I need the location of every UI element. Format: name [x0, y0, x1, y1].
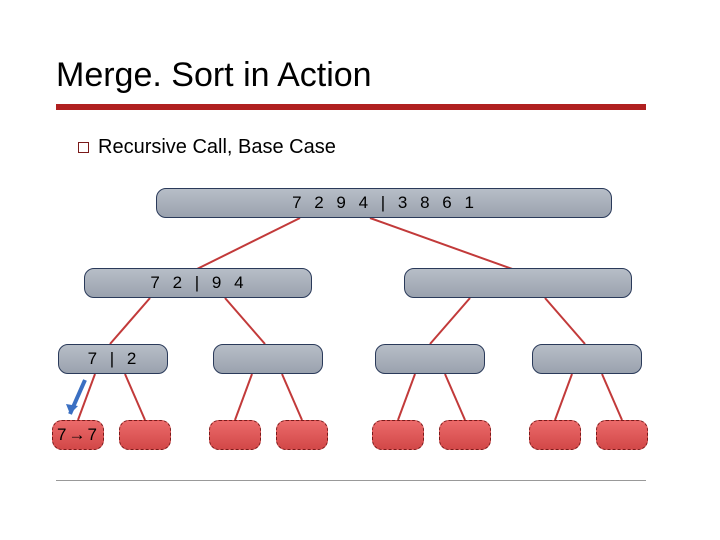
- leaf-3-empty: [276, 420, 328, 450]
- node-RL-empty: [375, 344, 485, 374]
- bullet-square-icon: [78, 142, 89, 153]
- bottom-divider: [56, 480, 646, 481]
- node-L: 7 2 | 9 4: [84, 268, 312, 298]
- node-LL-text: 7 | 2: [88, 349, 139, 369]
- node-R-empty: [404, 268, 632, 298]
- node-LL: 7 | 2: [58, 344, 168, 374]
- leaf-7-empty: [596, 420, 648, 450]
- leaf-4-empty: [372, 420, 424, 450]
- subtitle-text: Recursive Call, Base Case: [98, 136, 336, 159]
- leaf-5-empty: [439, 420, 491, 450]
- node-L-text: 7 2 | 9 4: [150, 273, 245, 293]
- node-RR-empty: [532, 344, 642, 374]
- page-title: Merge. Sort in Action: [56, 56, 372, 95]
- node-LR-empty: [213, 344, 323, 374]
- leaf-0: 7→7: [52, 420, 104, 450]
- leaf-0-text: 7→7: [57, 425, 99, 445]
- leaf-6-empty: [529, 420, 581, 450]
- title-underline: [56, 104, 646, 110]
- leaf-1-empty: [119, 420, 171, 450]
- node-root-text: 7 2 9 4 | 3 8 6 1: [292, 193, 476, 213]
- node-root: 7 2 9 4 | 3 8 6 1: [156, 188, 612, 218]
- leaf-2-empty: [209, 420, 261, 450]
